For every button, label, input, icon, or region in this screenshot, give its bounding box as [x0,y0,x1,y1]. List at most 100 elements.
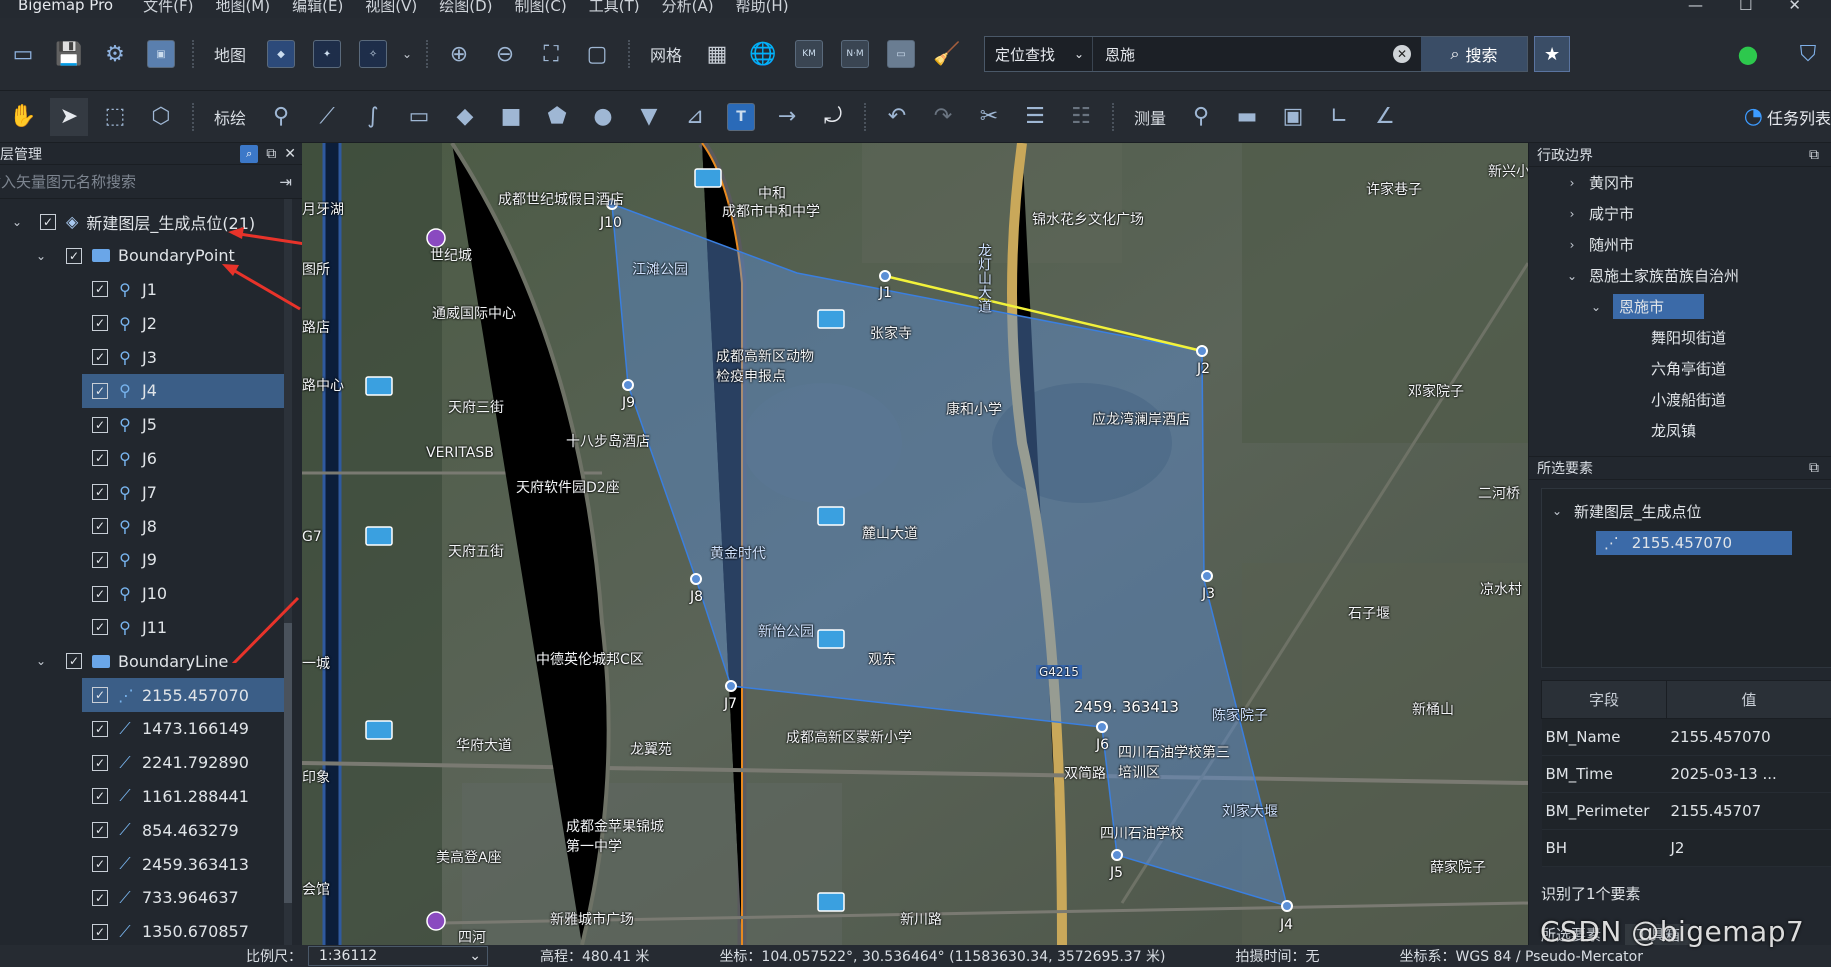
line-checkbox[interactable]: ✓ [92,720,108,737]
favorite-star-icon[interactable]: ★ [1534,36,1571,72]
pan-hand-icon[interactable]: ✋ [4,98,42,136]
admin-item[interactable]: ⌄ 恩施土家族苗族自治州 [1529,260,1831,291]
hook-icon[interactable]: ⤾ [814,98,852,136]
eraser-icon[interactable]: ◆ [446,98,484,136]
attr-row[interactable]: BH J2 [1541,829,1831,867]
arrow-icon[interactable]: → [768,98,806,136]
menu-view[interactable]: 视图(V) [365,0,417,16]
feature-layer-row[interactable]: ⌄ 新建图层_生成点位 [1542,495,1831,527]
vertex-point[interactable] [1196,345,1208,357]
grid-icon[interactable]: ▦ [698,35,736,73]
vertex-point[interactable] [1096,721,1108,733]
search-button[interactable]: ⌕ 搜索 [1421,37,1528,71]
line-item[interactable]: ✓ ⟋ 2459.363413 [0,847,302,881]
line-item[interactable]: ✓ ⟋ 733.964637 [0,881,302,915]
line-item[interactable]: ✓ ⋰ 2155.457070 [82,678,286,712]
scissors-icon[interactable]: ✂ [970,98,1008,136]
attribute-table-icon[interactable]: ☰ [1016,98,1054,136]
line-checkbox[interactable]: ✓ [92,754,108,771]
full-extent-icon[interactable]: ▢ [578,35,616,73]
zoom-extent-icon[interactable]: ⛶ [532,35,570,73]
undo-icon[interactable]: ↶ [878,98,916,136]
chevron-down-icon[interactable]: ⌄ [1550,504,1564,518]
map-source-satellite-icon[interactable]: ◆ [262,35,300,73]
folder-grid-icon[interactable]: ▭ [882,35,920,73]
vertex-point[interactable] [690,573,702,585]
km-grid-icon[interactable]: KM [790,35,828,73]
image-icon[interactable]: ▣ [142,35,180,73]
menu-cartography[interactable]: 制图(C) [515,0,567,16]
line-checkbox[interactable]: ✓ [92,856,108,873]
clear-brush-icon[interactable]: 🧹 [928,35,966,73]
line-checkbox[interactable]: ✓ [92,889,108,906]
chevron-down-icon[interactable]: ⌄ [1589,300,1603,314]
line-item[interactable]: ✓ ⟋ 2241.792890 [0,746,302,780]
line-checkbox[interactable]: ✓ [92,923,108,940]
polyline-icon[interactable]: ⟋ [308,98,346,136]
chevron-right-icon[interactable]: › [1565,238,1579,252]
maximize-button[interactable]: ☐ [1739,0,1752,14]
rect-select-icon[interactable]: ⬚ [96,98,134,136]
clear-search-icon[interactable]: ✕ [1393,45,1412,63]
shield-icon[interactable]: ⛉ [1789,35,1827,73]
admin-item[interactable]: 六角亭街道 [1529,353,1831,384]
menu-file[interactable]: 文件(F) [143,0,193,16]
menu-help[interactable]: 帮助(H) [736,0,789,16]
menu-edit[interactable]: 编辑(E) [292,0,343,16]
vertex-point[interactable] [1281,900,1293,912]
attr-row[interactable]: BM_Perimeter 2155.45707 [1541,792,1831,830]
list-icon[interactable]: ☷ [1062,98,1100,136]
text-icon[interactable]: T [722,98,760,136]
admin-item[interactable]: › 随州市 [1529,229,1831,260]
dimension-icon[interactable]: ⊿ [676,98,714,136]
search-input[interactable] [1093,37,1394,71]
wechat-icon[interactable]: ● [1729,35,1767,73]
menu-analysis[interactable]: 分析(A) [662,0,714,16]
admin-item[interactable]: 龙凤镇 [1529,415,1831,446]
chevron-right-icon[interactable]: › [1565,207,1579,221]
square-icon[interactable]: ■ [492,98,530,136]
admin-item[interactable]: ⌄ 恩施市 [1529,291,1831,322]
measure-point-icon[interactable]: ⚲ [1182,98,1220,136]
admin-item[interactable]: 小渡船街道 [1529,384,1831,415]
menu-draw[interactable]: 绘图(D) [439,0,492,16]
feature-row[interactable]: ⋰ 2155.457070 [1542,527,1831,559]
sector-icon[interactable]: ▼ [630,98,668,136]
menu-map[interactable]: 地图(M) [215,0,270,16]
search-mode-dropdown[interactable]: 定位查找 ⌄ [985,37,1094,71]
circle-icon[interactable]: ● [584,98,622,136]
map-source-dark-icon[interactable]: ✧ [354,35,392,73]
attr-row[interactable]: BM_Time 2025-03-13 ... [1541,755,1831,793]
line-item[interactable]: ✓ ⟋ 854.463279 [0,813,302,847]
vertex-point[interactable] [1201,570,1213,582]
map-source-night-icon[interactable]: ✦ [308,35,346,73]
measure-distance-icon[interactable]: ▬ [1228,98,1266,136]
vertex-point[interactable] [725,680,737,692]
menu-tools[interactable]: 工具(T) [589,0,640,16]
chevron-down-icon[interactable]: ⌄ [1565,269,1579,283]
float-window-icon[interactable]: ⧉ [1809,460,1819,476]
redo-icon[interactable]: ↷ [924,98,962,136]
marker-pin-icon[interactable]: ⚲ [262,98,300,136]
line-item[interactable]: ✓ ⟋ 1350.670857 [0,915,302,949]
minimize-button[interactable]: — [1688,0,1703,14]
attr-row[interactable]: BM_Name 2155.457070 [1541,718,1831,756]
vertex-point[interactable] [879,270,891,282]
chevron-right-icon[interactable]: › [1565,176,1579,190]
settings-gear-icon[interactable]: ⚙ [96,35,134,73]
save-icon[interactable]: 💾 [50,35,88,73]
line-checkbox[interactable]: ✓ [92,822,108,839]
scale-dropdown[interactable]: 1:36112 ⌄ [308,946,488,966]
measure-azimuth-icon[interactable]: ∠ [1366,98,1404,136]
rectangle-outline-icon[interactable]: ▭ [400,98,438,136]
measure-angle-icon[interactable]: ∟ [1320,98,1358,136]
layer-scrollbar-thumb[interactable] [284,623,292,903]
chevron-down-icon[interactable]: ⌄ [400,35,414,73]
nm-grid-icon[interactable]: N·M [836,35,874,73]
admin-item[interactable]: 舞阳坝街道 [1529,322,1831,353]
float-window-icon[interactable]: ⧉ [1809,147,1819,163]
line-checkbox[interactable]: ✓ [92,788,108,805]
select-arrow-icon[interactable]: ➤ [50,97,88,136]
open-folder-icon[interactable]: ▭ [4,35,42,73]
admin-item[interactable]: › 黄冈市 [1529,167,1831,198]
